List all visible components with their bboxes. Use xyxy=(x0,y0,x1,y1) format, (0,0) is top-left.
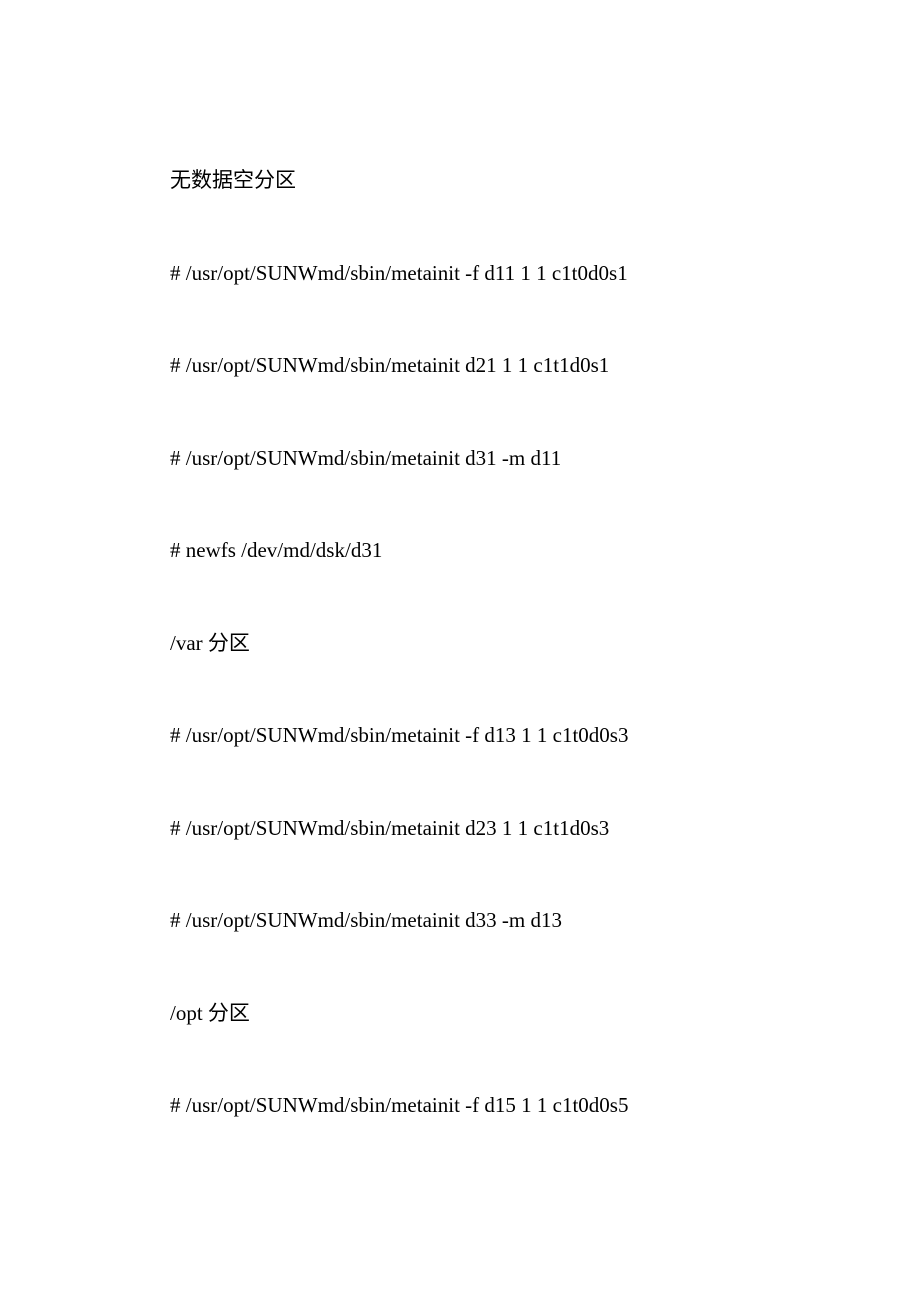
doc-line: # /usr/opt/SUNWmd/sbin/metainit d31 -m d… xyxy=(170,443,750,475)
doc-line: # /usr/opt/SUNWmd/sbin/metainit d21 1 1 … xyxy=(170,350,750,382)
doc-line: /var 分区 xyxy=(170,628,750,660)
doc-line: # /usr/opt/SUNWmd/sbin/metainit -f d15 1… xyxy=(170,1090,750,1122)
doc-line: # /usr/opt/SUNWmd/sbin/metainit d33 -m d… xyxy=(170,905,750,937)
doc-line: # /usr/opt/SUNWmd/sbin/metainit d23 1 1 … xyxy=(170,813,750,845)
doc-line: /opt 分区 xyxy=(170,998,750,1030)
doc-line: # newfs /dev/md/dsk/d31 xyxy=(170,535,750,567)
doc-line: # /usr/opt/SUNWmd/sbin/metainit -f d11 1… xyxy=(170,258,750,290)
doc-line: # /usr/opt/SUNWmd/sbin/metainit -f d13 1… xyxy=(170,720,750,752)
doc-line: 无数据空分区 xyxy=(170,165,750,197)
